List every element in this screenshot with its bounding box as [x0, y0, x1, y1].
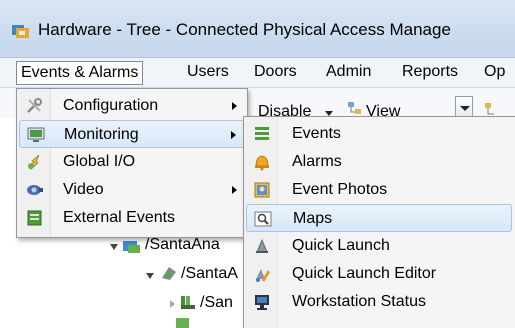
menu-users[interactable]: Users: [183, 61, 233, 85]
submenu-item-alarms[interactable]: Alarms: [246, 148, 512, 176]
menu-events-alarms[interactable]: Events & Alarms: [16, 61, 144, 85]
submenu-item-events[interactable]: Events: [246, 120, 512, 148]
title-bar: Hardware - Tree - Connected Physical Acc…: [0, 0, 515, 58]
quick-launch-icon: [256, 238, 268, 253]
menu-item-label: Monitoring: [64, 126, 139, 143]
tree-expander-closed[interactable]: [170, 300, 175, 308]
menu-item-label: Global I/O: [63, 153, 136, 170]
menu-item-label: Configuration: [63, 97, 159, 114]
quick-launch-editor-icon: [256, 269, 271, 282]
submenu-item-label: Alarms: [292, 153, 342, 170]
menu-reports[interactable]: Reports: [398, 61, 462, 85]
menu-admin[interactable]: Admin: [322, 61, 375, 85]
menu-item-monitoring[interactable]: Monitoring: [19, 120, 245, 148]
alarm-bell-icon: [255, 155, 269, 171]
menu-item-label: Video: [63, 181, 104, 198]
submenu-arrow-icon: [232, 186, 237, 194]
submenu-item-label: Maps: [293, 210, 333, 227]
events-alarms-menu: Configuration Monitoring Global I/O Vide…: [16, 88, 248, 238]
tree-expander-open[interactable]: [146, 273, 154, 279]
video-camera-icon: [27, 185, 43, 195]
global-io-icon: [28, 154, 40, 170]
site-icon: [123, 241, 140, 253]
menu-item-global-io[interactable]: Global I/O: [19, 148, 245, 176]
submenu-item-quick-launch[interactable]: Quick Launch: [246, 232, 512, 260]
submenu-item-label: Event Photos: [292, 181, 388, 198]
monitor-icon: [27, 127, 45, 142]
tree-node-label[interactable]: /SantaA: [181, 265, 238, 283]
menu-bar: Events & Alarms Users Doors Admin Report…: [0, 58, 515, 88]
menu-item-external-events[interactable]: External Events: [19, 204, 245, 232]
submenu-item-label: Quick Launch Editor: [292, 265, 437, 282]
menu-item-video[interactable]: Video: [19, 176, 245, 204]
wrench-icon: [27, 98, 42, 113]
monitoring-submenu: Events Alarms Event Photos Maps Quick La…: [243, 116, 515, 328]
submenu-item-quick-launch-editor[interactable]: Quick Launch Editor: [246, 260, 512, 288]
tree-node-label[interactable]: /San: [200, 294, 233, 312]
submenu-item-maps[interactable]: Maps: [246, 204, 512, 232]
event-photos-icon: [254, 182, 270, 198]
submenu-item-label: Events: [292, 125, 341, 142]
submenu-arrow-icon: [231, 131, 236, 139]
submenu-item-event-photos[interactable]: Event Photos: [246, 176, 512, 204]
maps-icon: [254, 211, 272, 227]
events-list-icon: [255, 127, 269, 140]
module-icon: [176, 318, 189, 328]
controller-icon: [162, 267, 176, 280]
menu-doors[interactable]: Doors: [250, 61, 301, 85]
menu-item-configuration[interactable]: Configuration: [19, 92, 245, 120]
submenu-item-label: Quick Launch: [292, 237, 390, 254]
menu-operations[interactable]: Op: [480, 61, 509, 85]
tree-node-label[interactable]: /SantaAna: [145, 236, 220, 254]
app-icon: [12, 25, 29, 38]
submenu-item-label: Workstation Status: [292, 293, 426, 310]
module-icon: [181, 296, 195, 309]
submenu-arrow-icon: [232, 102, 237, 110]
menu-item-label: External Events: [63, 209, 176, 226]
submenu-item-workstation-status[interactable]: Workstation Status: [246, 288, 512, 316]
workstation-status-icon: [255, 295, 269, 310]
window-title: Hardware - Tree - Connected Physical Acc…: [38, 20, 451, 39]
tree-expander-open[interactable]: [110, 244, 118, 250]
external-events-icon: [27, 210, 42, 226]
